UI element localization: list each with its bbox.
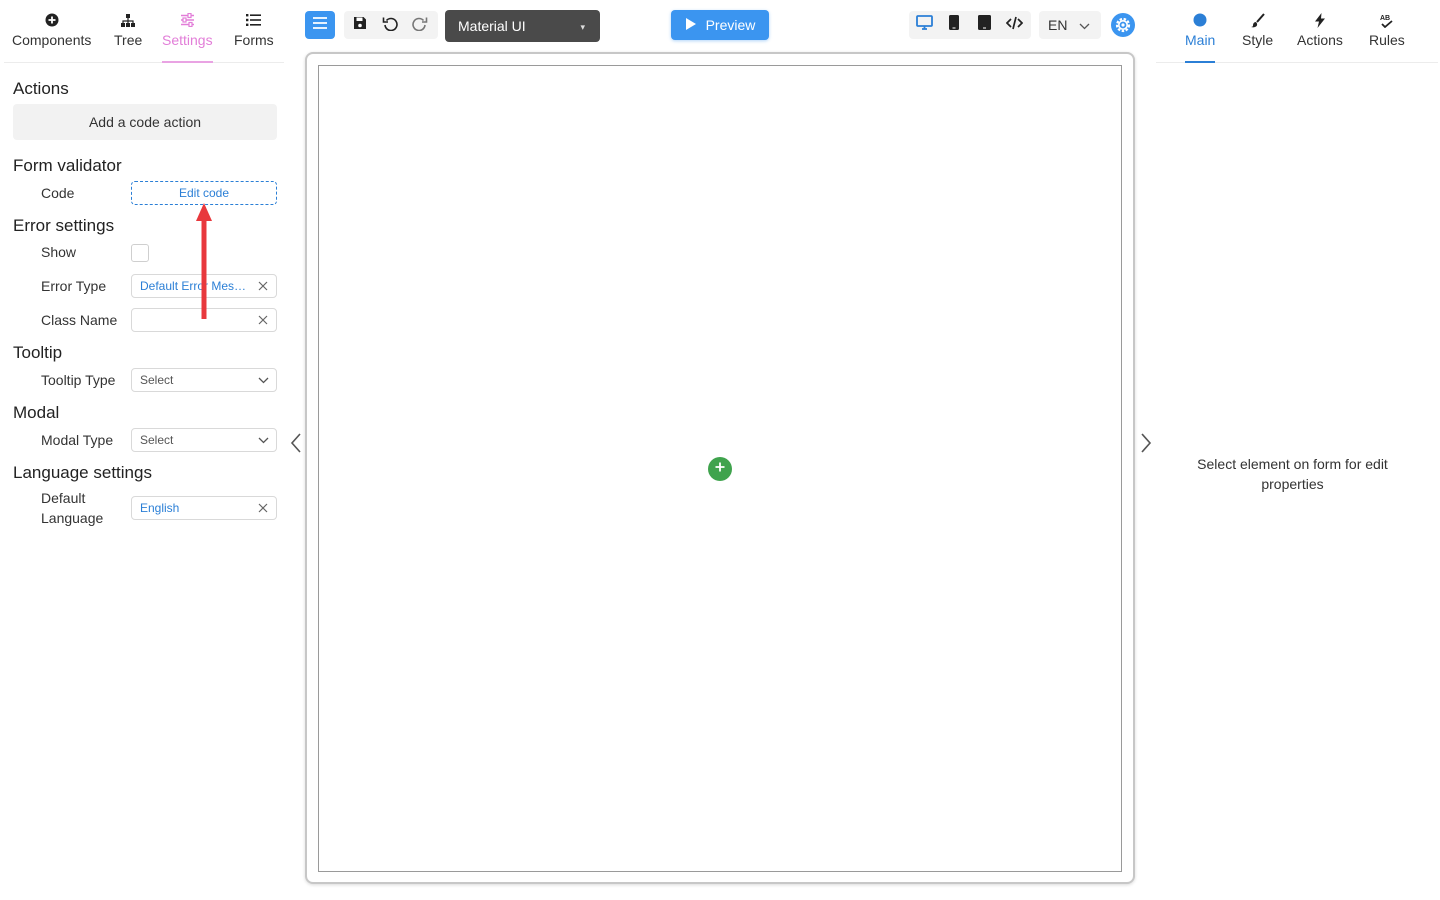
- tablet-icon: [949, 15, 959, 35]
- tab-main[interactable]: Main: [1185, 0, 1216, 63]
- tab-forms[interactable]: Forms: [234, 0, 274, 63]
- redo-button[interactable]: [407, 12, 433, 38]
- chevron-down-icon: [250, 369, 276, 391]
- default-language-label-line2: Language: [41, 510, 104, 526]
- list-icon: [245, 11, 263, 29]
- chevron-down-icon: [250, 429, 276, 451]
- form-validator-section-title: Form validator: [13, 156, 122, 175]
- desktop-view-button[interactable]: [911, 12, 937, 38]
- tab-tree[interactable]: Tree: [114, 0, 142, 63]
- tab-tree-label: Tree: [114, 32, 143, 48]
- code-icon: [1005, 16, 1023, 35]
- caret-down-icon: ▾: [580, 22, 585, 32]
- undo-button[interactable]: [377, 12, 403, 38]
- tab-actions[interactable]: Actions: [1297, 0, 1343, 63]
- plus-circle-icon: [43, 11, 61, 29]
- plus-icon: [714, 460, 726, 478]
- left-panel: Components Tree Settings Forms Actions A…: [0, 0, 290, 900]
- modal-type-placeholder: Select: [140, 433, 174, 447]
- tab-settings-label: Settings: [162, 32, 213, 48]
- chevron-down-icon: [1079, 17, 1090, 33]
- tooltip-type-select[interactable]: Select: [131, 368, 277, 392]
- show-label: Show: [41, 244, 77, 260]
- save-button[interactable]: [347, 12, 373, 38]
- red-annotation-arrow: [196, 203, 212, 319]
- language-select[interactable]: EN: [1039, 11, 1101, 39]
- modal-type-select[interactable]: Select: [131, 428, 277, 452]
- clear-icon[interactable]: [250, 497, 276, 519]
- tab-style-label: Style: [1242, 32, 1274, 48]
- svg-text:AB: AB: [1380, 15, 1390, 22]
- tooltip-type-label: Tooltip Type: [41, 372, 116, 388]
- collapse-right-panel-button[interactable]: [1139, 432, 1153, 454]
- save-icon: [353, 16, 367, 35]
- collapse-left-panel-button[interactable]: [289, 432, 303, 454]
- tab-main-label: Main: [1185, 32, 1216, 48]
- tab-actions-label: Actions: [1297, 32, 1343, 48]
- gear-icon: [1110, 13, 1136, 42]
- bolt-icon: [1311, 11, 1329, 29]
- default-language-select[interactable]: English: [131, 496, 277, 520]
- preview-label: Preview: [705, 17, 756, 33]
- edit-code-button[interactable]: Edit code: [131, 181, 277, 205]
- tooltip-section-title: Tooltip: [13, 343, 63, 362]
- menu-button[interactable]: [305, 11, 335, 39]
- no-selection-message: Select element on form for edit properti…: [1197, 456, 1388, 492]
- code-label: Code: [41, 185, 75, 201]
- chevron-right-icon: [1139, 433, 1153, 458]
- modal-type-label: Modal Type: [41, 432, 114, 448]
- chevron-left-icon: [289, 433, 303, 458]
- theme-select-value: Material UI: [458, 18, 526, 34]
- error-settings-section-title: Error settings: [13, 216, 115, 235]
- preview-button[interactable]: Preview: [671, 10, 769, 40]
- circle-icon: [1191, 11, 1209, 29]
- redo-icon: [412, 15, 428, 36]
- undo-icon: [382, 15, 398, 36]
- clear-icon[interactable]: [250, 275, 276, 297]
- tab-forms-label: Forms: [234, 32, 274, 48]
- error-type-value: Default Error Message: [140, 279, 250, 293]
- default-language-label: Default Language: [41, 488, 103, 528]
- tab-rules[interactable]: AB Rules: [1369, 0, 1405, 63]
- class-name-label: Class Name: [41, 312, 118, 328]
- add-code-action-button[interactable]: Add a code action: [13, 104, 277, 140]
- modal-section-title: Modal: [13, 403, 60, 422]
- clear-icon[interactable]: [250, 309, 276, 331]
- right-tab-bar: Main Style Actions AB Rules: [1156, 0, 1438, 63]
- tab-style[interactable]: Style: [1242, 0, 1273, 63]
- desktop-icon: [915, 15, 933, 35]
- default-language-value: English: [140, 501, 180, 515]
- tooltip-type-placeholder: Select: [140, 373, 174, 387]
- sliders-icon: [178, 11, 196, 29]
- tab-settings[interactable]: Settings: [162, 0, 213, 63]
- play-icon: [685, 17, 697, 34]
- mobile-icon: [977, 15, 991, 35]
- actions-section-title: Actions: [13, 79, 69, 98]
- tab-components-label: Components: [12, 32, 92, 48]
- default-language-label-line1: Default: [41, 490, 86, 506]
- code-view-button[interactable]: [1001, 12, 1027, 38]
- language-settings-section-title: Language settings: [13, 463, 152, 482]
- tab-components[interactable]: Components: [12, 0, 91, 63]
- tab-rules-label: Rules: [1369, 32, 1405, 48]
- left-tab-bar: Components Tree Settings Forms: [4, 0, 284, 63]
- theme-select[interactable]: Material UI ▾: [445, 10, 600, 42]
- language-select-value: EN: [1048, 17, 1068, 33]
- mobile-view-button[interactable]: [971, 12, 997, 38]
- tablet-view-button[interactable]: [941, 12, 967, 38]
- error-type-label: Error Type: [41, 278, 107, 294]
- brush-icon: [1249, 11, 1267, 29]
- spellcheck-icon: AB: [1378, 11, 1396, 29]
- add-component-button[interactable]: [708, 457, 732, 481]
- menu-icon: [313, 16, 327, 34]
- settings-button[interactable]: [1110, 12, 1136, 38]
- show-errors-checkbox[interactable]: [131, 244, 149, 262]
- tree-icon: [119, 11, 137, 29]
